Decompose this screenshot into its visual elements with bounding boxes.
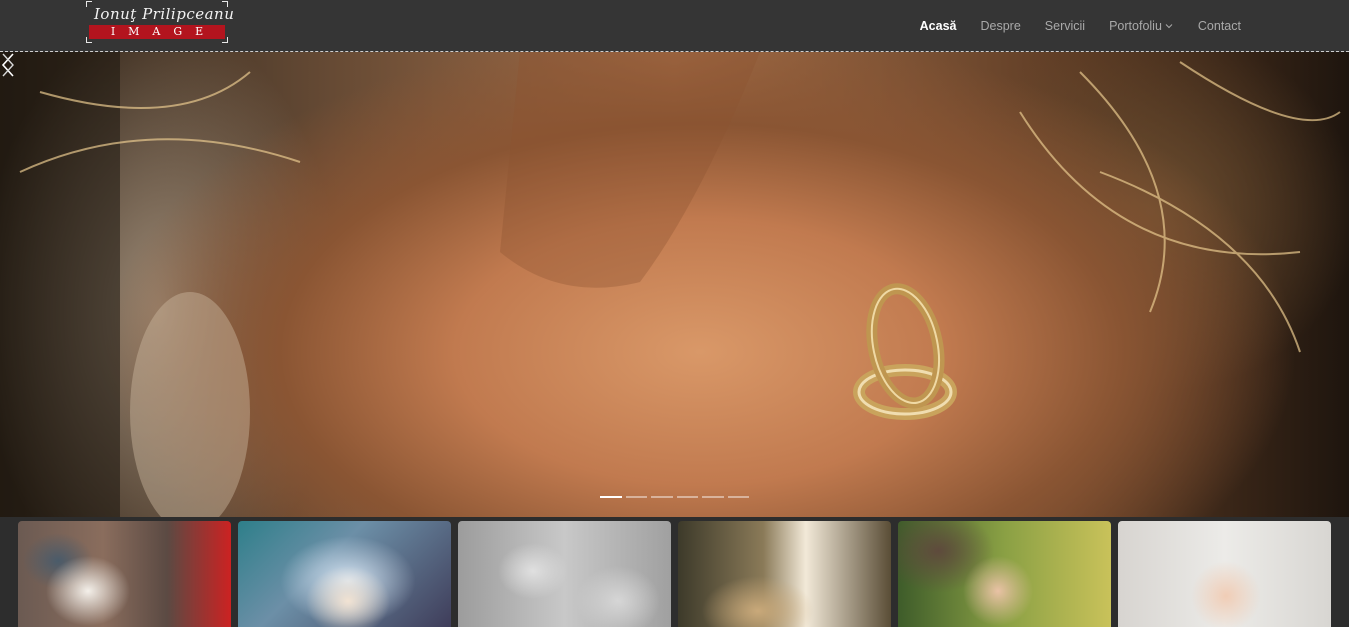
thumbnail[interactable]	[1118, 521, 1331, 627]
logo-corner	[86, 1, 92, 7]
main-nav: Acasă Despre Servicii Portofoliu Contact	[908, 0, 1253, 51]
thumbnail[interactable]	[678, 521, 891, 627]
slider-indicator[interactable]	[651, 496, 673, 498]
thumbnail[interactable]	[898, 521, 1111, 627]
nav-item-contact[interactable]: Contact	[1186, 0, 1253, 51]
hero-slider	[0, 52, 1349, 517]
nav-item-despre[interactable]: Despre	[969, 0, 1033, 51]
slider-indicator[interactable]	[702, 496, 724, 498]
chevron-right-icon[interactable]	[0, 52, 16, 78]
logo[interactable]: Ionuţ Prilipceanu IMAGE	[86, 1, 235, 43]
slider-indicators	[600, 496, 749, 498]
thumbnail-strip	[0, 517, 1349, 627]
logo-band: IMAGE	[89, 25, 225, 39]
nav-item-portofoliu[interactable]: Portofoliu	[1097, 0, 1186, 51]
site-header: Ionuţ Prilipceanu IMAGE Acasă Despre Ser…	[0, 0, 1349, 52]
slider-indicator[interactable]	[600, 496, 622, 498]
nav-item-label: Contact	[1197, 18, 1241, 33]
nav-item-acasa[interactable]: Acasă	[908, 0, 969, 51]
hero-image	[0, 52, 1341, 517]
thumbnail[interactable]	[18, 521, 231, 627]
nav-item-servicii[interactable]: Servicii	[1033, 0, 1097, 51]
logo-signature: Ionuţ Prilipceanu	[94, 5, 235, 23]
chevron-down-icon	[1165, 23, 1173, 28]
nav-item-label: Servicii	[1044, 18, 1086, 33]
nav-item-label: Acasă	[919, 18, 957, 33]
slider-indicator[interactable]	[676, 496, 698, 498]
thumbnail[interactable]	[458, 521, 671, 627]
nav-item-label: Portofoliu	[1109, 18, 1162, 33]
slider-indicator[interactable]	[625, 496, 647, 498]
thumbnail[interactable]	[238, 521, 451, 627]
nav-item-label: Despre	[980, 18, 1021, 33]
slider-indicator[interactable]	[727, 496, 749, 498]
